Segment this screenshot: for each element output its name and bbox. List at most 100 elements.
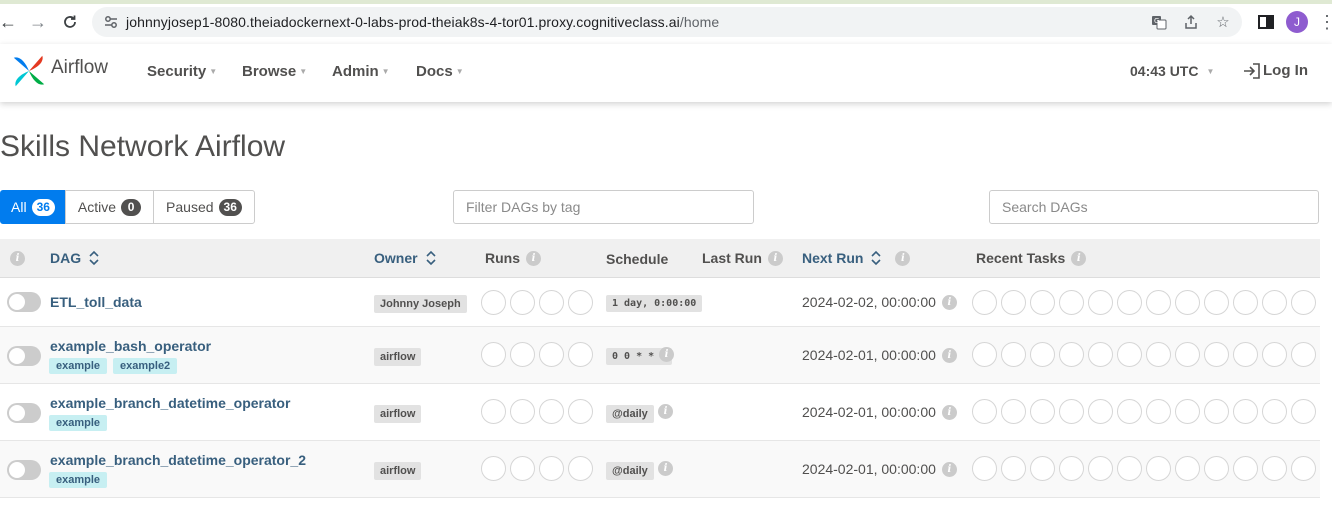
dag-id-link[interactable]: ETL_toll_data bbox=[50, 294, 142, 310]
task-state-circle[interactable] bbox=[1030, 290, 1055, 315]
menu-security[interactable]: Security ▼ bbox=[147, 63, 217, 80]
task-state-circle[interactable] bbox=[1088, 456, 1113, 481]
task-state-circle[interactable] bbox=[1030, 399, 1055, 424]
info-icon[interactable]: i bbox=[767, 250, 783, 266]
task-state-circle[interactable] bbox=[1233, 399, 1258, 424]
task-state-circle[interactable] bbox=[1291, 399, 1316, 424]
schedule-label[interactable]: 1 day, 0:00:00 bbox=[606, 295, 703, 312]
task-state-circle[interactable] bbox=[1001, 399, 1026, 424]
task-state-circle[interactable] bbox=[1262, 456, 1287, 481]
menu-docs[interactable]: Docs ▼ bbox=[416, 63, 464, 80]
run-state-circle[interactable] bbox=[539, 290, 564, 315]
dag-pause-toggle[interactable] bbox=[7, 460, 41, 480]
task-state-circle[interactable] bbox=[1262, 342, 1287, 367]
url-text[interactable]: johnnyjosep1-8080.theiadockernext-0-labs… bbox=[126, 14, 719, 30]
profile-avatar[interactable]: J bbox=[1286, 11, 1308, 33]
task-state-circle[interactable] bbox=[1059, 290, 1084, 315]
task-state-circle[interactable] bbox=[1059, 456, 1084, 481]
tag-badge[interactable]: example2 bbox=[113, 358, 178, 374]
browser-menu-icon[interactable]: ⋮ bbox=[1318, 10, 1332, 34]
task-state-circle[interactable] bbox=[1204, 342, 1229, 367]
task-state-circle[interactable] bbox=[1088, 399, 1113, 424]
task-state-circle[interactable] bbox=[1175, 342, 1200, 367]
forward-icon[interactable]: → bbox=[26, 10, 50, 34]
run-state-circle[interactable] bbox=[539, 342, 564, 367]
back-icon[interactable]: ← bbox=[0, 10, 20, 34]
task-state-circle[interactable] bbox=[972, 342, 997, 367]
task-state-circle[interactable] bbox=[1175, 456, 1200, 481]
task-state-circle[interactable] bbox=[1001, 290, 1026, 315]
task-state-circle[interactable] bbox=[1204, 290, 1229, 315]
menu-browse[interactable]: Browse ▼ bbox=[242, 63, 307, 80]
site-info-icon[interactable] bbox=[102, 13, 120, 31]
sort-icon[interactable] bbox=[426, 250, 436, 266]
brand-link[interactable]: Airflow bbox=[10, 51, 108, 91]
task-state-circle[interactable] bbox=[1088, 342, 1113, 367]
reload-icon[interactable] bbox=[58, 10, 82, 34]
task-state-circle[interactable] bbox=[1001, 342, 1026, 367]
dag-pause-toggle[interactable] bbox=[7, 403, 41, 423]
run-state-circle[interactable] bbox=[510, 399, 535, 424]
run-state-circle[interactable] bbox=[568, 456, 593, 481]
info-icon[interactable]: i bbox=[658, 461, 673, 476]
tag-badge[interactable]: example bbox=[49, 358, 108, 374]
run-state-circle[interactable] bbox=[510, 342, 535, 367]
task-state-circle[interactable] bbox=[1204, 456, 1229, 481]
run-state-circle[interactable] bbox=[510, 290, 535, 315]
menu-admin[interactable]: Admin ▼ bbox=[332, 63, 390, 80]
owner-label[interactable]: airflow bbox=[374, 348, 422, 366]
task-state-circle[interactable] bbox=[1117, 342, 1142, 367]
side-panel-icon[interactable] bbox=[1256, 12, 1276, 32]
column-next-run[interactable]: Next Run i bbox=[802, 250, 911, 266]
share-icon[interactable] bbox=[1182, 13, 1200, 31]
task-state-circle[interactable] bbox=[972, 290, 997, 315]
info-icon[interactable]: i bbox=[658, 404, 673, 419]
dag-id-link[interactable]: example_branch_datetime_operator_2 bbox=[50, 452, 306, 468]
run-state-circle[interactable] bbox=[539, 456, 564, 481]
task-state-circle[interactable] bbox=[1117, 456, 1142, 481]
owner-label[interactable]: airflow bbox=[374, 405, 422, 423]
info-icon[interactable]: i bbox=[941, 294, 957, 310]
dag-search-input[interactable] bbox=[989, 190, 1319, 224]
task-state-circle[interactable] bbox=[1233, 342, 1258, 367]
task-state-circle[interactable] bbox=[1291, 342, 1316, 367]
task-state-circle[interactable] bbox=[1001, 456, 1026, 481]
task-state-circle[interactable] bbox=[1088, 290, 1113, 315]
owner-label[interactable]: airflow bbox=[374, 462, 422, 480]
login-link[interactable]: Log In bbox=[1243, 62, 1308, 79]
run-state-circle[interactable] bbox=[568, 290, 593, 315]
schedule-label[interactable]: @daily bbox=[606, 405, 654, 423]
run-state-circle[interactable] bbox=[510, 456, 535, 481]
tag-badge[interactable]: example bbox=[49, 415, 108, 431]
task-state-circle[interactable] bbox=[1262, 399, 1287, 424]
column-owner[interactable]: Owner bbox=[374, 250, 436, 266]
info-icon[interactable]: i bbox=[941, 461, 957, 477]
dag-pause-toggle[interactable] bbox=[7, 346, 41, 366]
run-state-circle[interactable] bbox=[568, 399, 593, 424]
translate-icon[interactable]: G bbox=[1150, 13, 1168, 31]
task-state-circle[interactable] bbox=[972, 456, 997, 481]
schedule-label[interactable]: @daily bbox=[606, 462, 654, 480]
task-state-circle[interactable] bbox=[1175, 290, 1200, 315]
info-icon[interactable]: i bbox=[941, 347, 957, 363]
bookmark-star-icon[interactable]: ☆ bbox=[1214, 13, 1232, 31]
dag-pause-toggle[interactable] bbox=[7, 292, 41, 312]
task-state-circle[interactable] bbox=[1146, 399, 1171, 424]
task-state-circle[interactable] bbox=[1204, 399, 1229, 424]
task-state-circle[interactable] bbox=[1059, 342, 1084, 367]
task-state-circle[interactable] bbox=[1146, 290, 1171, 315]
info-icon[interactable]: i bbox=[526, 250, 541, 266]
run-state-circle[interactable] bbox=[481, 342, 506, 367]
info-icon[interactable]: i bbox=[895, 250, 911, 266]
task-state-circle[interactable] bbox=[1146, 456, 1171, 481]
task-state-circle[interactable] bbox=[1059, 399, 1084, 424]
task-state-circle[interactable] bbox=[1291, 456, 1316, 481]
run-state-circle[interactable] bbox=[481, 290, 506, 315]
task-state-circle[interactable] bbox=[1030, 342, 1055, 367]
task-state-circle[interactable] bbox=[1175, 399, 1200, 424]
dag-id-link[interactable]: example_bash_operator bbox=[50, 338, 211, 354]
sort-icon[interactable] bbox=[871, 250, 882, 266]
info-icon[interactable]: i bbox=[659, 347, 674, 362]
run-state-circle[interactable] bbox=[481, 399, 506, 424]
task-state-circle[interactable] bbox=[1262, 290, 1287, 315]
